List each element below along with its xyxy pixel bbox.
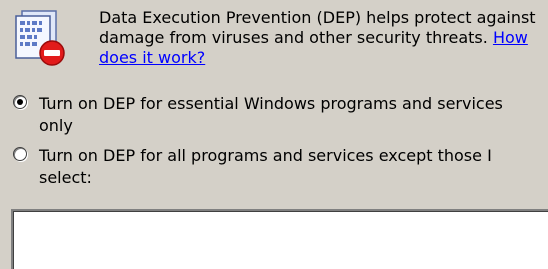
radio-all-except-selected[interactable] [13,147,27,161]
dep-description: Data Execution Prevention (DEP) helps pr… [99,8,539,68]
exception-program-list[interactable] [11,209,548,269]
radio-all-except-selected-label[interactable]: Turn on DEP for all programs and service… [39,145,539,189]
radio-option-essential-only[interactable]: Turn on DEP for essential Windows progra… [13,93,539,137]
radio-option-all-except-selected[interactable]: Turn on DEP for all programs and service… [13,145,539,189]
radio-essential-only-label[interactable]: Turn on DEP for essential Windows progra… [39,93,539,137]
dep-icon [8,8,70,70]
dep-description-text: Data Execution Prevention (DEP) helps pr… [99,8,536,47]
radio-essential-only[interactable] [13,95,27,109]
no-entry-icon [39,40,65,66]
dep-shield-binary-icon [15,10,65,66]
